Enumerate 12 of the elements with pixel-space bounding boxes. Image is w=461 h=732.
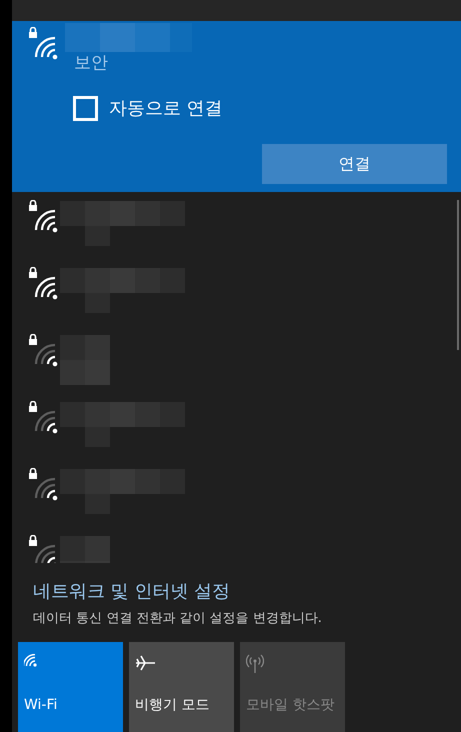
checkbox-label[interactable]: 자동으로 연결 <box>109 94 223 122</box>
airplane-icon <box>135 654 157 672</box>
wifi-icon <box>24 654 38 668</box>
airplane-tile[interactable]: 비행기 모드 <box>129 642 234 732</box>
settings-link[interactable]: 네트워크 및 인터넷 설정 <box>33 578 461 605</box>
checkbox[interactable] <box>73 96 98 121</box>
scrollbar[interactable] <box>457 200 459 350</box>
security-status: 보안 <box>74 52 108 75</box>
wifi-tile[interactable]: Wi-Fi <box>18 642 123 732</box>
connect-button[interactable]: 연결 <box>262 144 447 184</box>
antenna-icon <box>246 654 264 674</box>
settings-description: 데이터 통신 연결 전환과 같이 설정을 변경합니다. <box>33 610 323 628</box>
